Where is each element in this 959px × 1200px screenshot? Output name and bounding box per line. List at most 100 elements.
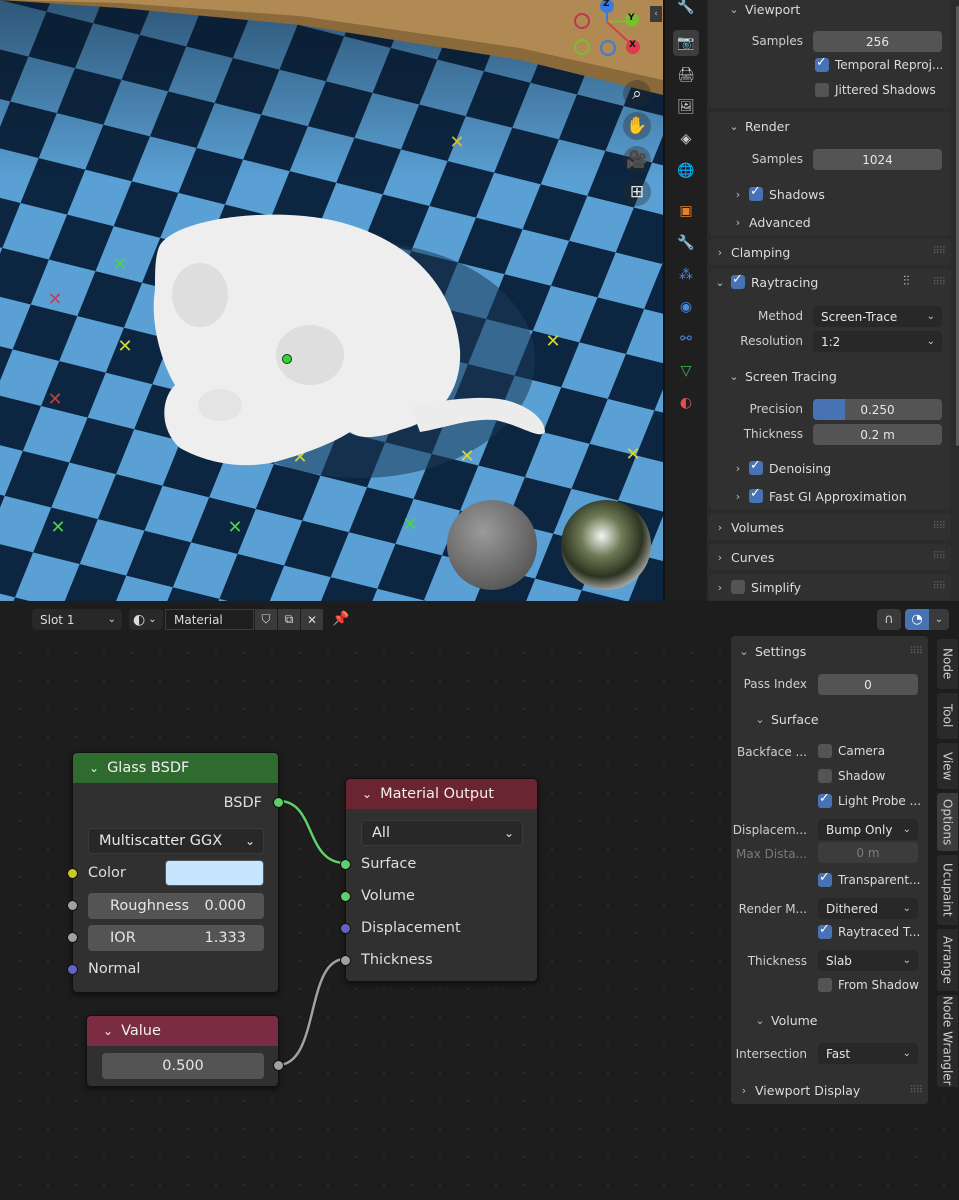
from-shadow-checkbox[interactable]: From Shadow bbox=[818, 978, 919, 992]
chevron-down-icon[interactable]: ⌄ bbox=[103, 1024, 113, 1038]
pass-index-field[interactable]: 0 bbox=[818, 674, 918, 695]
render-subpanel-header[interactable]: ⌄ Render bbox=[729, 113, 939, 139]
modifier-wrench-icon[interactable]: 🔧 bbox=[673, 230, 699, 256]
output-properties-icon[interactable]: 🖨 bbox=[673, 62, 699, 88]
material-output-node[interactable]: ⌄ Material Output All ⌄ Surface Volume D… bbox=[340, 778, 538, 982]
simplify-checkbox[interactable] bbox=[731, 580, 745, 594]
resolution-dropdown[interactable]: 1:2 ⌄ bbox=[813, 331, 942, 352]
material-properties-icon[interactable]: ◐ bbox=[673, 390, 699, 416]
drag-grip-icon[interactable]: ⠿⠿ bbox=[932, 246, 946, 257]
volumes-header[interactable]: › Volumes bbox=[715, 514, 945, 540]
thickness-mode-dropdown[interactable]: Slab ⌄ bbox=[818, 950, 918, 971]
transparent-shadows-checkbox[interactable]: Transparent... bbox=[818, 870, 921, 887]
surface-header[interactable]: ⌄ Surface bbox=[755, 706, 915, 732]
viewport-display-header[interactable]: › Viewport Display bbox=[739, 1077, 919, 1103]
drag-grip-icon[interactable]: ⠿⠿ bbox=[932, 581, 946, 592]
particles-icon[interactable]: ⁂ bbox=[673, 262, 699, 288]
camera-view-icon[interactable]: 🎥 bbox=[623, 146, 651, 174]
raytraced-transmission-checkbox[interactable]: Raytraced T... bbox=[818, 922, 920, 939]
normal-input-socket[interactable] bbox=[67, 964, 78, 975]
thickness-field[interactable]: 0.2 m bbox=[813, 424, 942, 445]
shadows-checkbox[interactable] bbox=[749, 184, 763, 201]
bsdf-output-socket[interactable] bbox=[273, 797, 284, 808]
chevron-down-icon[interactable]: ⌄ bbox=[362, 787, 372, 801]
thickness-input-socket[interactable] bbox=[340, 955, 351, 966]
ior-field[interactable]: IOR 1.333 bbox=[88, 925, 264, 951]
scene-properties-icon[interactable]: ◈ bbox=[673, 126, 699, 152]
precision-slider[interactable]: 0.250 bbox=[813, 399, 942, 420]
shadows-subpanel-header[interactable]: › Shadows bbox=[733, 181, 933, 207]
value-node[interactable]: ⌄ Value 0.500 bbox=[86, 1015, 284, 1087]
fast-gi-checkbox[interactable] bbox=[749, 486, 763, 503]
sidebar-tab-view[interactable]: View bbox=[937, 743, 958, 789]
sidebar-tab-options[interactable]: Options bbox=[937, 793, 958, 851]
viewport-collapse-arrow[interactable]: ‹ bbox=[650, 6, 662, 22]
method-dropdown[interactable]: Screen-Trace ⌄ bbox=[813, 306, 942, 327]
world-properties-icon[interactable]: 🌐 bbox=[673, 158, 699, 184]
displacement-input-socket[interactable] bbox=[340, 923, 351, 934]
settings-header[interactable]: ⌄ Settings bbox=[739, 638, 919, 664]
sidebar-tab-node[interactable]: Node bbox=[937, 639, 958, 689]
displacement-method-dropdown[interactable]: Bump Only ⌄ bbox=[818, 819, 918, 840]
raytracing-header[interactable]: ⌄ Raytracing bbox=[715, 269, 945, 295]
chevron-down-icon[interactable]: ⌄ bbox=[89, 761, 99, 775]
ior-input-socket[interactable] bbox=[67, 932, 78, 943]
value-node-header[interactable]: ⌄ Value bbox=[87, 1016, 278, 1046]
constraints-icon[interactable]: ⚯ bbox=[673, 326, 699, 352]
curves-panel[interactable]: › Curves ⠿⠿ bbox=[709, 544, 951, 570]
temporal-reprojection-checkbox[interactable]: Temporal Reproj... bbox=[815, 55, 943, 72]
drag-grip-icon[interactable]: ⠿⠿ bbox=[909, 1085, 923, 1096]
viewport-subpanel-header[interactable]: ⌄ Viewport bbox=[729, 0, 939, 22]
sidebar-tab-ucupaint[interactable]: Ucupaint bbox=[937, 855, 958, 925]
viewport-samples-field[interactable]: 256 bbox=[813, 31, 942, 52]
material-output-node-header[interactable]: ⌄ Material Output bbox=[346, 779, 537, 809]
denoising-checkbox[interactable] bbox=[749, 458, 763, 475]
pan-hand-icon[interactable]: ✋ bbox=[623, 112, 651, 140]
volume-input-socket[interactable] bbox=[340, 891, 351, 902]
fast-gi-header[interactable]: › Fast GI Approximation bbox=[733, 483, 943, 509]
backface-shadow-checkbox[interactable]: Shadow bbox=[818, 769, 885, 783]
color-input-socket[interactable] bbox=[67, 868, 78, 879]
clamping-header[interactable]: › Clamping bbox=[715, 239, 945, 265]
simplify-panel[interactable]: › Simplify ⠿⠿ bbox=[709, 574, 951, 600]
orthographic-grid-icon[interactable]: ⊞ bbox=[623, 178, 651, 206]
color-swatch[interactable] bbox=[165, 860, 264, 886]
view-layer-icon[interactable]: 🖼 bbox=[673, 94, 699, 120]
render-properties-icon[interactable]: 📷 bbox=[673, 30, 699, 56]
sidebar-tab-tool[interactable]: Tool bbox=[937, 693, 958, 739]
roughness-field[interactable]: Roughness 0.000 bbox=[88, 893, 264, 919]
object-properties-icon[interactable]: ▣ bbox=[673, 198, 699, 224]
output-target-dropdown[interactable]: All ⌄ bbox=[361, 820, 523, 846]
intersection-dropdown[interactable]: Fast ⌄ bbox=[818, 1043, 918, 1064]
light-probe-checkbox[interactable]: Light Probe ... bbox=[818, 791, 921, 808]
viewport-display-panel[interactable]: › Viewport Display ⠿⠿ bbox=[731, 1077, 928, 1104]
volume-header[interactable]: ⌄ Volume bbox=[755, 1007, 915, 1033]
render-samples-field[interactable]: 1024 bbox=[813, 149, 942, 170]
drag-grip-icon[interactable]: ⠿⠿ bbox=[932, 277, 946, 288]
volumes-panel[interactable]: › Volumes ⠿⠿ bbox=[709, 514, 951, 540]
screen-tracing-header[interactable]: ⌄ Screen Tracing bbox=[729, 363, 929, 389]
drag-grip-icon[interactable]: ⠿⠿ bbox=[932, 521, 946, 532]
glass-bsdf-node[interactable]: ⌄ Glass BSDF BSDF Multiscatter GGX ⌄ Col… bbox=[67, 752, 284, 993]
drag-grip-icon[interactable]: ⠿⠿ bbox=[932, 551, 946, 562]
denoising-header[interactable]: › Denoising bbox=[733, 455, 933, 481]
sidebar-tab-arrange[interactable]: Arrange bbox=[937, 929, 958, 991]
render-method-dropdown[interactable]: Dithered ⌄ bbox=[818, 898, 918, 919]
simplify-header[interactable]: › Simplify bbox=[715, 574, 945, 600]
roughness-input-socket[interactable] bbox=[67, 900, 78, 911]
value-field[interactable]: 0.500 bbox=[102, 1053, 264, 1079]
data-mesh-icon[interactable]: ▽ bbox=[673, 358, 699, 384]
tool-settings-icon[interactable]: 🔧 bbox=[673, 0, 699, 20]
jittered-shadows-checkbox[interactable]: Jittered Shadows bbox=[815, 83, 936, 97]
drag-grip-icon[interactable]: ⠿⠿ bbox=[909, 646, 923, 657]
surface-input-socket[interactable] bbox=[340, 859, 351, 870]
advanced-subpanel-header[interactable]: › Advanced bbox=[733, 209, 933, 235]
backface-camera-checkbox[interactable]: Camera bbox=[818, 744, 885, 758]
glass-bsdf-node-header[interactable]: ⌄ Glass BSDF bbox=[73, 753, 278, 783]
raytracing-presets-icon[interactable]: ⫶⫶ bbox=[903, 274, 910, 289]
curves-header[interactable]: › Curves bbox=[715, 544, 945, 570]
raytracing-checkbox[interactable] bbox=[731, 272, 745, 289]
value-output-socket[interactable] bbox=[273, 1060, 284, 1071]
zoom-icon[interactable]: ⌕ bbox=[623, 80, 651, 108]
navigation-gizmo[interactable]: Z Y X bbox=[570, 0, 650, 68]
